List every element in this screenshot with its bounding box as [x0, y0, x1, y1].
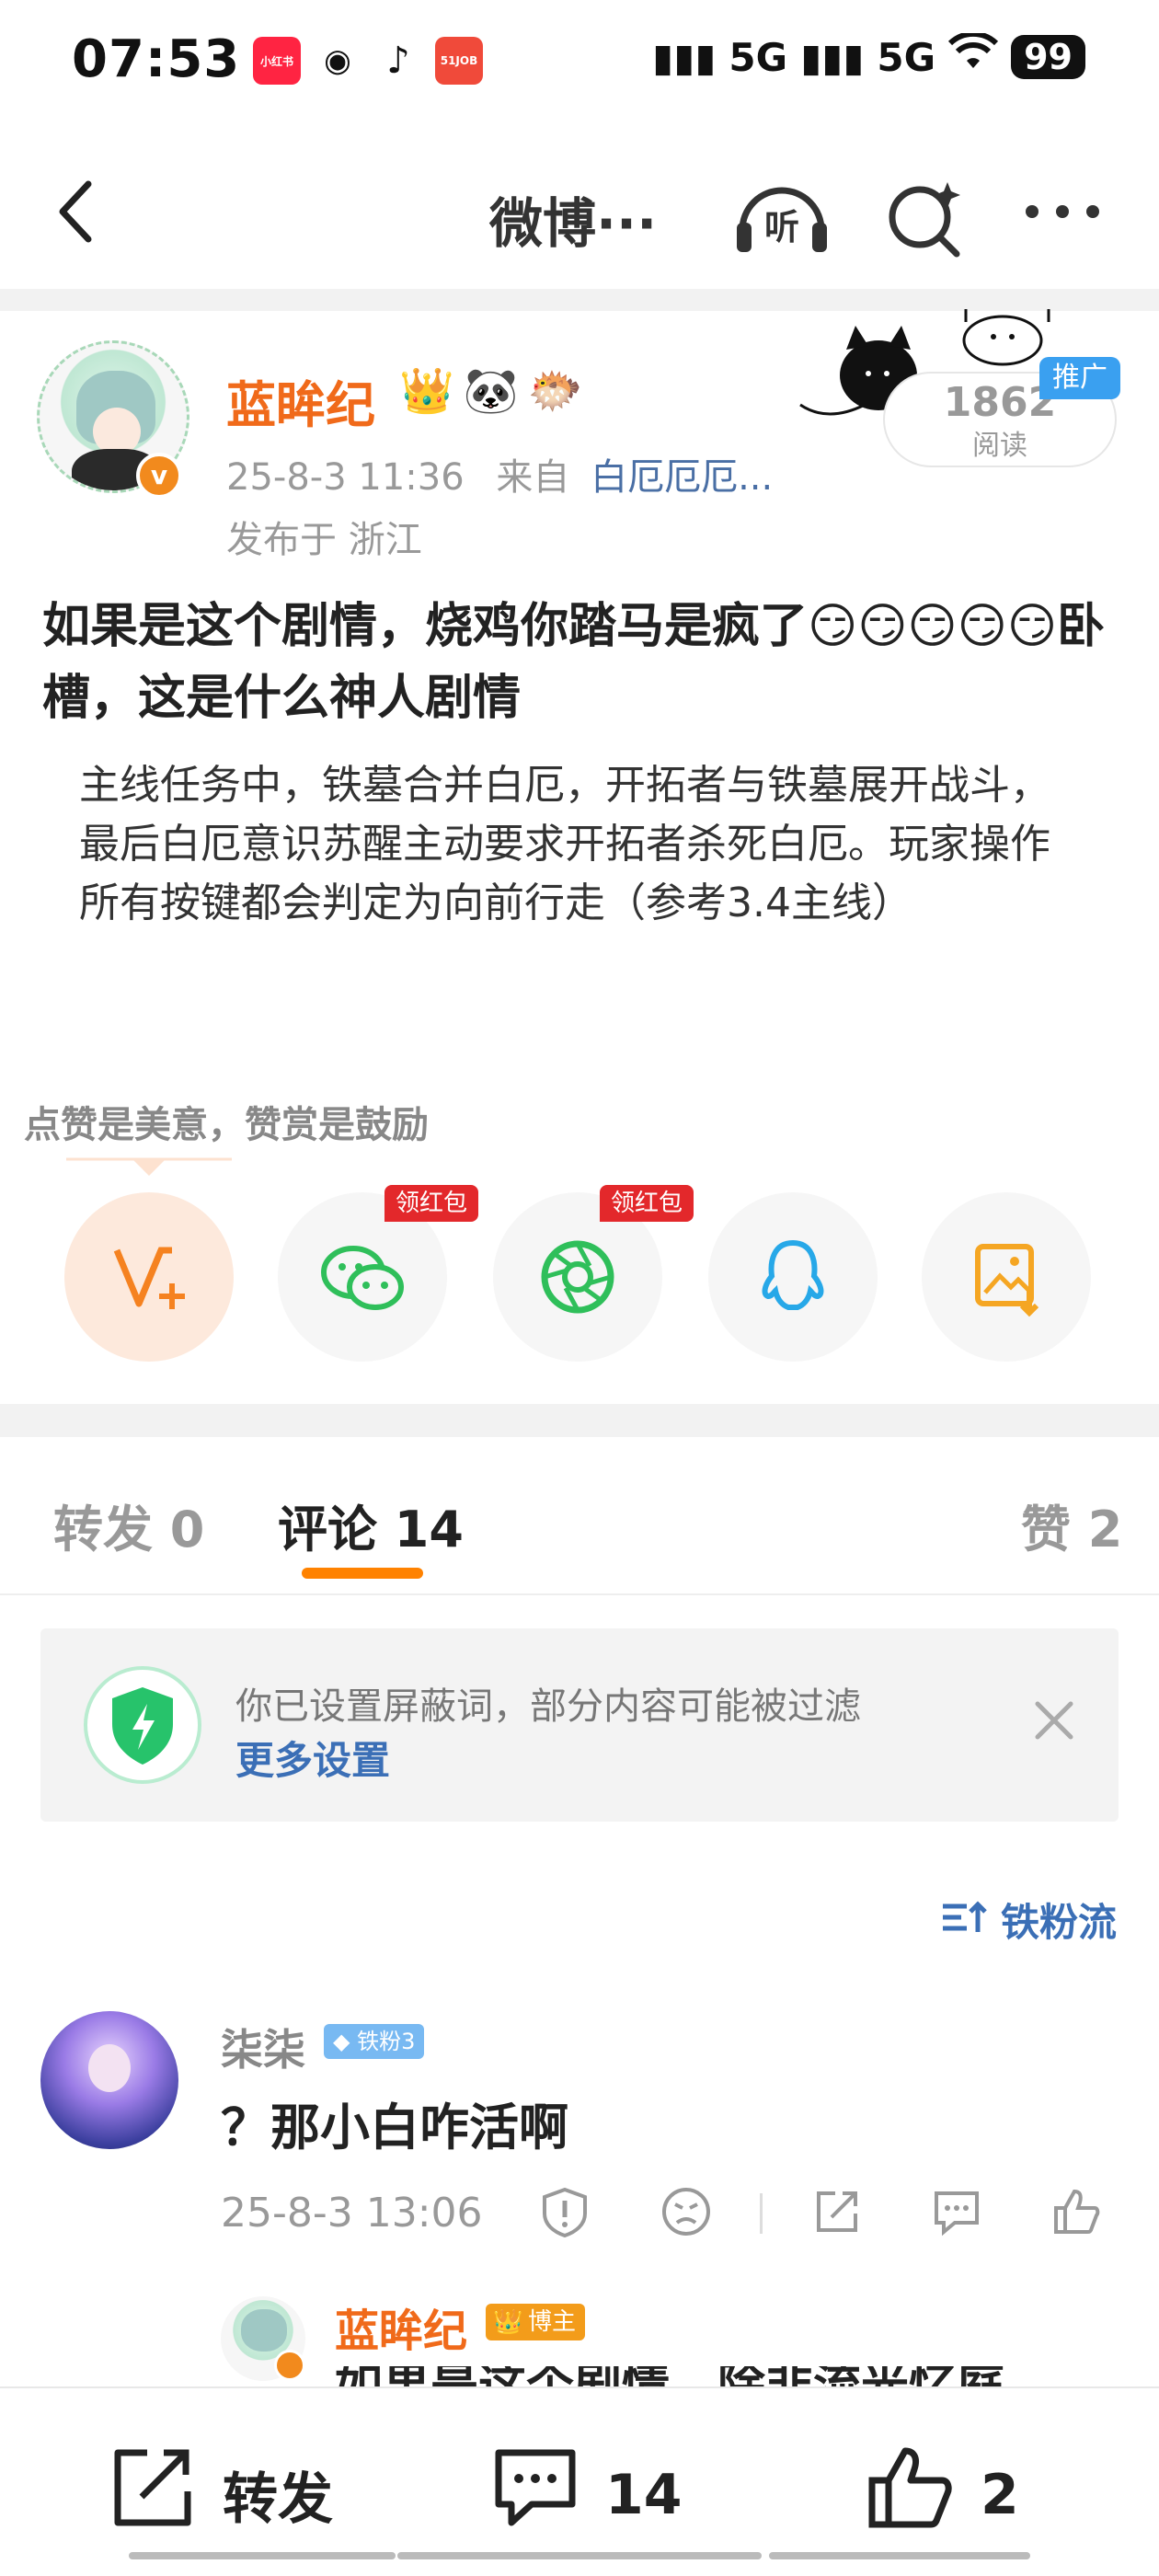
- comment-share-icon[interactable]: [811, 2186, 863, 2237]
- sort-iron-fan-button[interactable]: 铁粉流: [941, 1892, 1117, 1948]
- comment-text: ？那小白咋活啊: [221, 2099, 568, 2156]
- more-options-icon[interactable]: [1021, 175, 1104, 248]
- reply-verified-icon: [274, 2350, 305, 2381]
- host-crown-icon: 👑: [493, 2308, 523, 2336]
- host-badge: 👑 博主: [486, 2304, 586, 2340]
- tab-comments[interactable]: 评论 14: [278, 1489, 464, 1561]
- reply-preview: 如果是这个剧情，除非流光忆庭: [335, 2366, 1144, 2386]
- nav-title: 微博···: [489, 192, 658, 255]
- status-time: 07:53: [72, 29, 241, 89]
- fish-badge-icon: 🐡: [527, 365, 583, 417]
- notice-text: 你已设置屏蔽词，部分内容可能被过滤: [235, 1685, 861, 1728]
- host-badge-label: 博主: [528, 2308, 577, 2336]
- iron-fan-badge-label: 铁粉3: [357, 2029, 416, 2054]
- battery-indicator: 99: [1011, 35, 1085, 79]
- post-time: 25-8-3 11:36: [226, 456, 465, 499]
- network-label-1: 5G: [729, 34, 788, 80]
- author-emoji-badges: 👑 🐼 🐡: [399, 364, 582, 417]
- weibo-icon: ◉: [324, 42, 351, 79]
- panda-badge-icon: 🐼: [463, 365, 519, 417]
- home-indicator: [769, 2552, 1030, 2559]
- bottom-action-bar: 转发 14 2: [0, 2386, 1159, 2576]
- listen-label: 听: [764, 207, 799, 247]
- repost-button[interactable]: 转发: [107, 2444, 333, 2546]
- nav-bar: 微博··· 听: [0, 138, 1159, 285]
- author-name[interactable]: 蓝眸纪: [226, 364, 375, 437]
- post-body: 主线任务中，铁墓合并白厄，开拓者与铁墓展开战斗，最后白厄意识苏醒主动要求开拓者杀…: [79, 762, 1050, 926]
- back-arrow-icon[interactable]: [48, 175, 103, 248]
- repost-icon: [107, 2444, 199, 2546]
- 51job-icon: 51JOB: [435, 37, 483, 85]
- commenter-name[interactable]: 柒柒: [221, 2017, 305, 2077]
- vplus-reward-button[interactable]: [64, 1192, 234, 1362]
- verified-badge-icon: v: [136, 453, 182, 499]
- shield-icon: [83, 1665, 202, 1785]
- active-tab-indicator: [302, 1568, 423, 1579]
- post-from-prefix: 来自: [496, 456, 570, 499]
- comment-action-divider: [760, 2193, 763, 2234]
- reply-text: 如果是这个剧情，除非流光忆庭: [335, 2366, 1144, 2386]
- search-icon[interactable]: [883, 177, 966, 259]
- crown-badge-icon: 👑: [399, 365, 454, 417]
- commenter-avatar-face: [88, 2044, 131, 2092]
- comment-like-icon[interactable]: [1050, 2186, 1102, 2237]
- separator: [0, 1404, 1159, 1437]
- sort-label: 铁粉流: [1000, 1900, 1117, 1945]
- home-indicator: [397, 2552, 762, 2559]
- like-button[interactable]: 2: [865, 2444, 1019, 2546]
- filter-notice: 你已设置屏蔽词，部分内容可能被过滤 更多设置: [40, 1628, 1119, 1822]
- tab-likes[interactable]: 赞 2: [1021, 1489, 1122, 1561]
- repost-label: 转发: [223, 2467, 333, 2532]
- reply-avatar-hair: [241, 2309, 287, 2352]
- listen-headphone-icon[interactable]: 听: [731, 175, 832, 258]
- like-count: 2: [981, 2462, 1019, 2527]
- close-icon[interactable]: [1027, 1693, 1082, 1748]
- like-icon: [865, 2444, 957, 2546]
- comment-count: 14: [605, 2462, 683, 2527]
- comment-icon: [489, 2444, 581, 2546]
- more-settings-link[interactable]: 更多设置: [235, 1730, 390, 1786]
- commenter-avatar[interactable]: [40, 2011, 178, 2149]
- moments-redpack-tag[interactable]: 领红包: [600, 1185, 694, 1222]
- share-row: 领红包 领红包: [0, 1185, 1159, 1362]
- tab-repost[interactable]: 转发 0: [53, 1489, 204, 1561]
- signal-icon-2: ▮▮▮: [800, 34, 865, 80]
- status-app-icons: 小红书 ◉ ♪ 51JOB: [253, 37, 483, 85]
- iron-fan-badge: ◆ 铁粉3: [324, 2024, 425, 2059]
- reply-author-name[interactable]: 蓝眸纪: [335, 2294, 467, 2359]
- post-location: 发布于 浙江: [226, 519, 422, 561]
- post-title: 如果是这个剧情，烧鸡你踏马是疯了😏😏😏😏😏卧槽，这是什么神人剧情: [42, 599, 1106, 726]
- qq-share-button[interactable]: [708, 1192, 878, 1362]
- signal-icon: ▮▮▮: [652, 34, 717, 80]
- wechat-redpack-tag[interactable]: 领红包: [384, 1185, 479, 1222]
- comment-time: 25-8-3 13:06: [221, 2190, 483, 2237]
- report-icon[interactable]: [539, 2186, 591, 2238]
- promo-tag[interactable]: 推广: [1039, 357, 1120, 399]
- wifi-icon: [948, 30, 999, 81]
- status-bar: 07:53 小红书 ◉ ♪ 51JOB ▮▮▮ 5G ▮▮▮ 5G 99: [0, 0, 1159, 120]
- post-meta: 25-8-3 11:36 来自 白厄厄厄...: [226, 447, 773, 500]
- home-indicator: [129, 2552, 396, 2559]
- sort-icon: [941, 1900, 1001, 1945]
- status-indicators: ▮▮▮ 5G ▮▮▮ 5G 99: [652, 30, 1085, 81]
- reward-prompt: 点赞是美意，赞赏是鼓励: [24, 1104, 429, 1146]
- post-source-link[interactable]: 白厄厄厄...: [591, 456, 773, 499]
- comment-reply-icon[interactable]: [931, 2186, 982, 2237]
- read-label: 阅读: [972, 430, 1027, 462]
- network-label-2: 5G: [877, 34, 936, 80]
- dislike-face-icon[interactable]: [660, 2186, 712, 2237]
- save-image-button[interactable]: [922, 1192, 1091, 1362]
- tiktok-icon: ♪: [386, 40, 410, 82]
- xiaohongshu-icon: 小红书: [253, 37, 301, 85]
- comment-button[interactable]: 14: [489, 2444, 683, 2546]
- interaction-tabs: 转发 0 评论 14 赞 2: [0, 1439, 1159, 1595]
- reward-pointer: [66, 1157, 232, 1179]
